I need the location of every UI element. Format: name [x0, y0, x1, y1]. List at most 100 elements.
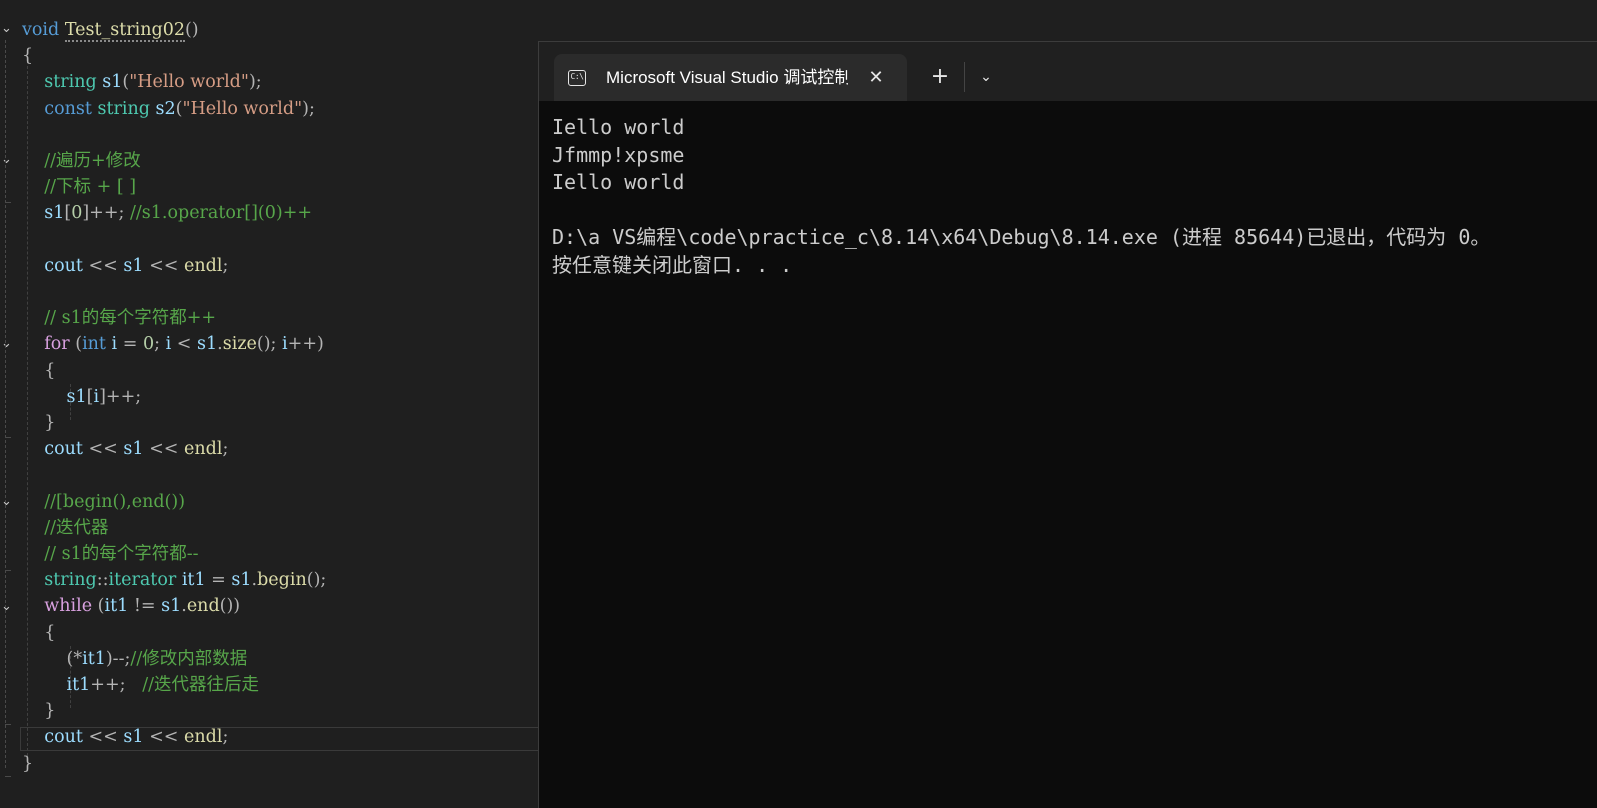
- code-line[interactable]: //[begin(),end()): [22, 489, 185, 515]
- code-token: s1: [102, 72, 123, 93]
- fold-region-end: [5, 202, 11, 203]
- code-token: const: [44, 98, 92, 119]
- code-line[interactable]: // s1的每个字符都++: [22, 305, 216, 331]
- output-line: Iello world: [552, 115, 685, 139]
- code-token: {: [22, 46, 34, 67]
- output-line: Jfmmp!xpsme: [552, 142, 685, 167]
- code-token: <: [176, 334, 192, 355]
- code-token: //修改内部数据: [130, 648, 248, 669]
- code-token: //[begin(),end()): [44, 491, 186, 512]
- code-line[interactable]: s1[0]++; //s1.operator[](0)++: [22, 200, 312, 226]
- code-line[interactable]: while (it1 != s1.end()): [22, 593, 240, 619]
- code-token: Test_string02: [64, 20, 185, 42]
- fold-region-end: [5, 724, 11, 725]
- code-token: s1: [123, 727, 144, 748]
- chevron-down-icon[interactable]: ⌄: [971, 62, 1001, 92]
- code-token: =: [122, 334, 138, 355]
- code-line[interactable]: //迭代器: [22, 515, 108, 541]
- code-token: it1: [82, 648, 106, 669]
- code-line[interactable]: //下标 + [ ]: [22, 174, 136, 200]
- code-line[interactable]: {: [22, 43, 33, 69]
- code-line[interactable]: string s1("Hello world");: [22, 69, 262, 95]
- code-token: string: [44, 72, 97, 93]
- code-line[interactable]: }: [22, 751, 33, 777]
- code-token: s1: [161, 596, 182, 617]
- new-tab-button[interactable]: +: [925, 62, 955, 92]
- code-line[interactable]: s1[i]++;: [22, 384, 142, 410]
- code-line[interactable]: {: [22, 620, 55, 646]
- code-line[interactable]: cout << s1 << endl;: [22, 724, 228, 750]
- code-token: void: [22, 20, 60, 40]
- tab-debug-console[interactable]: C:\ Microsoft Visual Studio 调试控制台 ✕: [554, 54, 907, 101]
- code-token: //下标 + [ ]: [44, 177, 137, 198]
- collapse-chevron-icon[interactable]: ⌄: [1, 22, 12, 35]
- debug-console-window[interactable]: C:\ Microsoft Visual Studio 调试控制台 ✕ + ⌄ …: [538, 41, 1597, 808]
- terminal-icon: C:\: [568, 70, 586, 86]
- code-line[interactable]: //遍历+修改: [22, 148, 140, 174]
- code-token: ();: [306, 570, 327, 591]
- code-token: <<: [88, 727, 118, 748]
- output-line: D:\a VS编程\code\practice_c\8.14\x64\Debug…: [552, 225, 1491, 249]
- code-token: while: [44, 596, 93, 617]
- code-token: {: [44, 360, 56, 381]
- code-line[interactable]: (*it1)--;//修改内部数据: [22, 646, 248, 672]
- code-token: (*: [66, 648, 83, 669]
- code-token: s1: [197, 334, 218, 355]
- code-line[interactable]: it1++; //迭代器往后走: [22, 672, 260, 698]
- code-token: string: [44, 570, 97, 591]
- close-icon[interactable]: ✕: [862, 64, 890, 92]
- code-line[interactable]: cout << s1 << endl;: [22, 253, 228, 279]
- code-token: "Hello world": [182, 98, 303, 119]
- code-line[interactable]: {: [22, 358, 55, 384]
- code-token: //迭代器往后走: [142, 675, 260, 695]
- code-token: );: [248, 72, 262, 93]
- tab-divider: [964, 62, 965, 92]
- tab-strip: C:\ Microsoft Visual Studio 调试控制台 ✕ + ⌄: [539, 42, 1597, 101]
- code-token: }: [44, 701, 56, 722]
- code-token: }: [22, 753, 34, 774]
- code-token: ++;: [90, 675, 126, 695]
- code-token: // s1的每个字符都++: [44, 308, 217, 329]
- code-token: cout: [44, 727, 83, 748]
- code-line[interactable]: string::iterator it1 = s1.begin();: [22, 567, 326, 593]
- code-token: ()): [219, 596, 241, 617]
- output-line: Iello world: [552, 170, 685, 194]
- code-line[interactable]: }: [22, 410, 55, 436]
- code-line[interactable]: void Test_string02(): [22, 17, 199, 43]
- code-token: ;: [222, 439, 229, 460]
- code-token: int: [82, 334, 106, 355]
- code-token: iterator: [108, 570, 177, 591]
- code-token: cout: [44, 439, 83, 460]
- code-token: for: [44, 334, 70, 355]
- code-line[interactable]: }: [22, 698, 55, 724]
- code-token: // s1的每个字符都--: [44, 544, 199, 564]
- code-token: ]++;: [82, 203, 130, 224]
- code-token: s1: [231, 570, 252, 591]
- code-token: s1: [123, 439, 144, 460]
- code-line[interactable]: const string s2("Hello world");: [22, 96, 315, 122]
- code-token: s1: [123, 255, 144, 276]
- code-token: s1: [66, 386, 87, 407]
- code-token: begin: [257, 570, 307, 591]
- code-line[interactable]: cout << s1 << endl;: [22, 436, 228, 462]
- code-line[interactable]: for (int i = 0; i < s1.size(); i++): [22, 331, 324, 357]
- code-line[interactable]: // s1的每个字符都--: [22, 541, 199, 567]
- code-token: "Hello world": [129, 72, 249, 93]
- console-output[interactable]: Iello world Jfmmp!xpsme Iello world D:\a…: [552, 114, 1597, 808]
